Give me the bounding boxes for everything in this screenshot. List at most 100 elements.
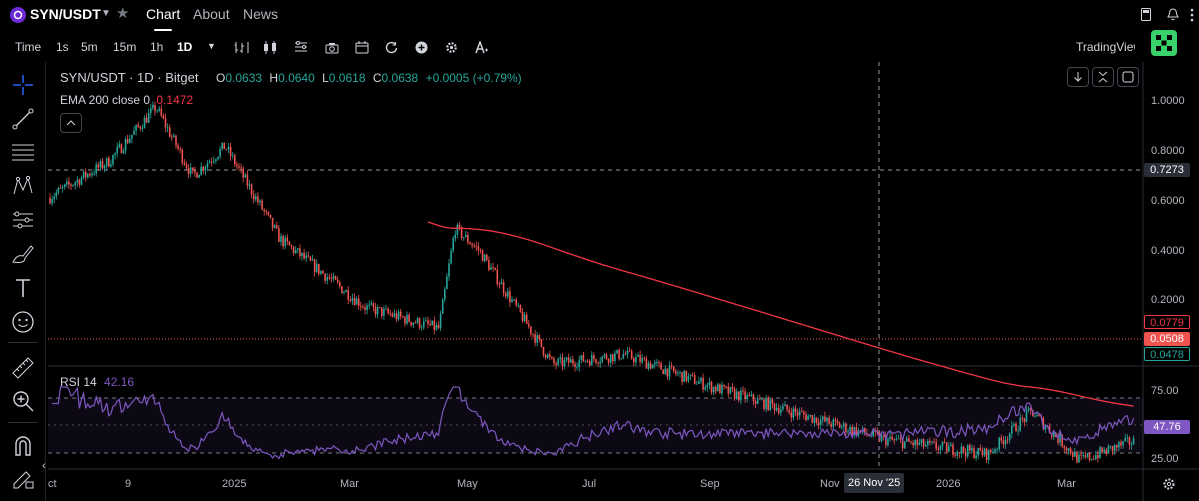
settings-icon[interactable] <box>1162 477 1176 496</box>
candle-body <box>922 439 925 447</box>
calculator-icon[interactable] <box>1141 8 1151 26</box>
indicators-icon[interactable] <box>294 41 308 59</box>
crosshair-icon[interactable] <box>11 73 35 97</box>
candle-body <box>561 357 564 367</box>
pattern-icon[interactable] <box>11 174 35 198</box>
time-tick: Jul <box>582 478 597 490</box>
tab-chart[interactable]: Chart <box>146 6 180 31</box>
symbol-selector[interactable]: SYN/USDT <box>30 6 101 22</box>
exchange-logo-icon[interactable] <box>1151 30 1177 56</box>
candle-body <box>198 174 200 178</box>
candle-body <box>147 113 150 123</box>
candle-body <box>162 115 165 119</box>
candle-body <box>364 307 366 310</box>
candle-body <box>273 225 276 228</box>
tab-news[interactable]: News <box>243 6 278 22</box>
candle-body <box>567 357 570 363</box>
pencil-lock-icon[interactable] <box>11 467 35 491</box>
trend-line-icon[interactable] <box>11 107 35 131</box>
candle-body <box>192 167 194 171</box>
candle-body <box>696 383 698 385</box>
tab-about[interactable]: About <box>193 6 230 22</box>
menu-icon[interactable] <box>1188 8 1196 27</box>
candle-body <box>708 381 711 385</box>
chevron-down-icon[interactable]: ▼ <box>101 8 111 19</box>
magnet-icon[interactable] <box>11 434 35 458</box>
candle-body <box>129 138 131 143</box>
candle-body <box>360 305 362 307</box>
calendar-icon[interactable] <box>355 41 369 59</box>
time-label[interactable]: Time <box>15 40 41 54</box>
interval-1d[interactable]: 1D <box>177 40 192 54</box>
interval-1h[interactable]: 1h <box>150 40 163 54</box>
prediction-icon[interactable] <box>11 208 35 232</box>
interval-5m[interactable]: 5m <box>81 40 98 54</box>
candle-body <box>735 391 738 399</box>
candle-body <box>1067 448 1070 451</box>
candle-body <box>958 452 961 454</box>
candles-icon[interactable] <box>263 41 279 59</box>
replay-icon[interactable] <box>385 41 398 59</box>
candle-body <box>1036 414 1038 417</box>
interval-15m[interactable]: 15m <box>113 40 136 54</box>
candle-body <box>206 163 209 168</box>
candle-body <box>231 155 234 157</box>
star-icon[interactable]: ★ <box>116 4 129 22</box>
ruler-icon[interactable] <box>11 356 35 380</box>
candle-body <box>681 372 683 382</box>
candle-body <box>112 154 114 165</box>
divider <box>8 342 38 343</box>
candle-body <box>880 435 883 441</box>
candle-body <box>179 148 181 150</box>
maximize-pane-button[interactable] <box>1117 67 1139 87</box>
candle-body <box>320 270 322 274</box>
candle-body <box>633 358 635 363</box>
candle-body <box>1078 454 1080 463</box>
chart-area[interactable]: SYN/USDT · 1D · Bitget O0.0633 H0.0640 L… <box>48 62 1199 501</box>
candle-body <box>767 397 769 411</box>
candle-body <box>82 171 85 178</box>
rsi-legend[interactable]: RSI 14 42.16 <box>60 375 134 389</box>
candle-body <box>721 384 723 394</box>
brush-icon[interactable] <box>11 242 35 266</box>
ema-legend[interactable]: EMA 200 close 0 0.1472 <box>60 93 193 107</box>
candle-body <box>698 381 700 384</box>
bar-style-icon[interactable] <box>234 41 250 59</box>
camera-icon[interactable] <box>325 41 339 59</box>
candle-body <box>1088 453 1091 460</box>
candle-body <box>435 325 438 330</box>
candle-body <box>101 161 104 169</box>
move-down-button[interactable] <box>1067 67 1089 87</box>
horizontal-lines-icon[interactable] <box>11 141 35 165</box>
price-chart[interactable] <box>48 62 1199 501</box>
bell-icon[interactable] <box>1167 8 1179 26</box>
candle-body <box>637 355 639 357</box>
collapse-toolbar-icon[interactable]: ‹ <box>42 460 46 472</box>
candle-body <box>355 298 358 305</box>
collapse-pane-button[interactable] <box>1092 67 1114 87</box>
candle-body <box>927 440 929 445</box>
candle-body <box>549 354 551 357</box>
candle-body <box>263 209 265 212</box>
candle-body <box>914 440 916 446</box>
gear-icon[interactable] <box>445 41 458 59</box>
tradingview-brand[interactable]: TradingView <box>1076 40 1135 54</box>
candle-body <box>372 303 375 308</box>
add-icon[interactable] <box>415 41 428 59</box>
collapse-legend-button[interactable] <box>60 113 82 133</box>
text-icon[interactable] <box>11 276 35 300</box>
candle-body <box>255 196 257 200</box>
interval-1s[interactable]: 1s <box>56 40 69 54</box>
candle-body <box>843 423 845 427</box>
candle-body <box>1095 454 1097 460</box>
candle-body <box>851 426 853 435</box>
candle-body <box>345 290 347 292</box>
font-size-icon[interactable] <box>475 39 489 59</box>
candle-body <box>990 449 992 453</box>
emoji-icon[interactable] <box>11 310 35 334</box>
candle-body <box>141 128 144 130</box>
zoom-in-icon[interactable] <box>11 389 35 413</box>
legend-title[interactable]: SYN/USDT · 1D · Bitget <box>60 70 198 85</box>
interval-dropdown-icon[interactable]: ▼ <box>207 41 216 51</box>
candle-body <box>61 187 64 189</box>
